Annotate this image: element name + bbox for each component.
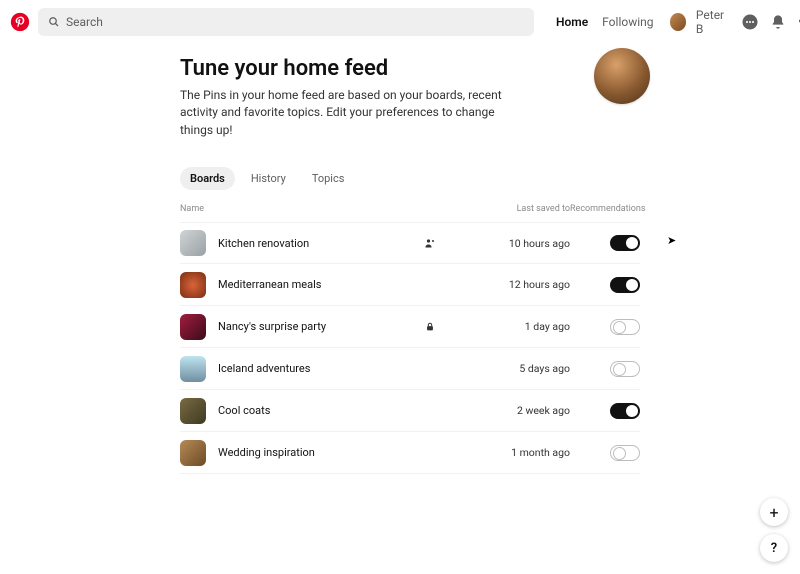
tab-history[interactable]: History [241, 167, 296, 190]
board-name-label: Wedding inspiration [218, 446, 315, 459]
board-list: Kitchen renovation 10 hours ago Mediterran… [180, 222, 640, 474]
tabs: Boards History Topics [180, 167, 640, 190]
toggle-cell [570, 445, 640, 461]
table-row: Cool coats 2 week ago [180, 390, 640, 432]
col-name: Name [180, 204, 410, 214]
tab-topics[interactable]: Topics [302, 167, 355, 190]
table-row: Kitchen renovation 10 hours ago [180, 222, 640, 264]
board-name-label: Cool coats [218, 404, 270, 417]
add-button[interactable]: + [760, 498, 788, 526]
page-title: Tune your home feed [180, 56, 640, 81]
toggle-cell [570, 361, 640, 377]
table-row: Wedding inspiration 1 month ago [180, 432, 640, 474]
board-name-cell[interactable]: Cool coats [180, 398, 410, 424]
search-icon [48, 16, 60, 28]
profile-avatar[interactable] [594, 48, 650, 104]
notifications-icon[interactable] [769, 12, 787, 32]
toggle-cell [570, 235, 640, 251]
board-name-cell[interactable]: Iceland adventures [180, 356, 410, 382]
board-name-label: Iceland adventures [218, 362, 310, 375]
user-cluster: Peter B ••• [670, 8, 800, 36]
board-name-cell[interactable]: Nancy's surprise party [180, 314, 410, 340]
table-row: Iceland adventures 5 days ago [180, 348, 640, 390]
lock-icon [410, 322, 450, 332]
col-last: Last saved to [450, 204, 570, 214]
cursor-icon: ➤ [667, 234, 676, 247]
table-row: Mediterranean meals 12 hours ago [180, 264, 640, 306]
table-row: Nancy's surprise party 1 day ago [180, 306, 640, 348]
col-rec: Recommendations [570, 204, 640, 214]
toggle-cell [570, 403, 640, 419]
help-button[interactable]: ? [760, 534, 788, 562]
board-name-cell[interactable]: Mediterranean meals [180, 272, 410, 298]
board-name-cell[interactable]: Wedding inspiration [180, 440, 410, 466]
board-thumbnail [180, 440, 206, 466]
board-name-label: Nancy's surprise party [218, 320, 326, 333]
search-box[interactable]: Search [38, 8, 534, 36]
board-thumbnail [180, 314, 206, 340]
page-subtitle: The Pins in your home feed are based on … [180, 87, 530, 139]
recommendations-toggle[interactable] [610, 319, 640, 335]
board-name-cell[interactable]: Kitchen renovation [180, 230, 410, 256]
recommendations-toggle[interactable] [610, 361, 640, 377]
last-saved-label: 5 days ago [450, 362, 570, 375]
search-placeholder: Search [66, 15, 103, 29]
last-saved-label: 2 week ago [450, 404, 570, 417]
recommendations-toggle[interactable] [610, 403, 640, 419]
toggle-cell [570, 319, 640, 335]
nav-following[interactable]: Following [602, 15, 653, 29]
board-thumbnail [180, 398, 206, 424]
recommendations-toggle[interactable] [610, 235, 640, 251]
board-thumbnail [180, 230, 206, 256]
recommendations-toggle[interactable] [610, 445, 640, 461]
last-saved-label: 12 hours ago [450, 278, 570, 291]
board-thumbnail [180, 356, 206, 382]
board-name-label: Mediterranean meals [218, 278, 321, 291]
toggle-cell [570, 277, 640, 293]
avatar-small[interactable] [670, 13, 686, 31]
recommendations-toggle[interactable] [610, 277, 640, 293]
last-saved-label: 1 day ago [450, 320, 570, 333]
nav-home[interactable]: Home [556, 15, 588, 29]
last-saved-label: 10 hours ago [450, 237, 570, 250]
column-headers: Name Last saved to Recommendations [180, 204, 640, 218]
board-thumbnail [180, 272, 206, 298]
last-saved-label: 1 month ago [450, 446, 570, 459]
tab-boards[interactable]: Boards [180, 167, 235, 190]
board-name-label: Kitchen renovation [218, 237, 309, 250]
user-name[interactable]: Peter B [696, 8, 731, 36]
header: Search Home Following Peter B ••• [0, 0, 800, 44]
messages-icon[interactable] [741, 12, 759, 32]
collaborators-icon [410, 237, 450, 249]
pinterest-logo[interactable] [10, 10, 30, 34]
nav-links: Home Following [556, 15, 654, 29]
main-content: Tune your home feed The Pins in your hom… [180, 44, 640, 474]
